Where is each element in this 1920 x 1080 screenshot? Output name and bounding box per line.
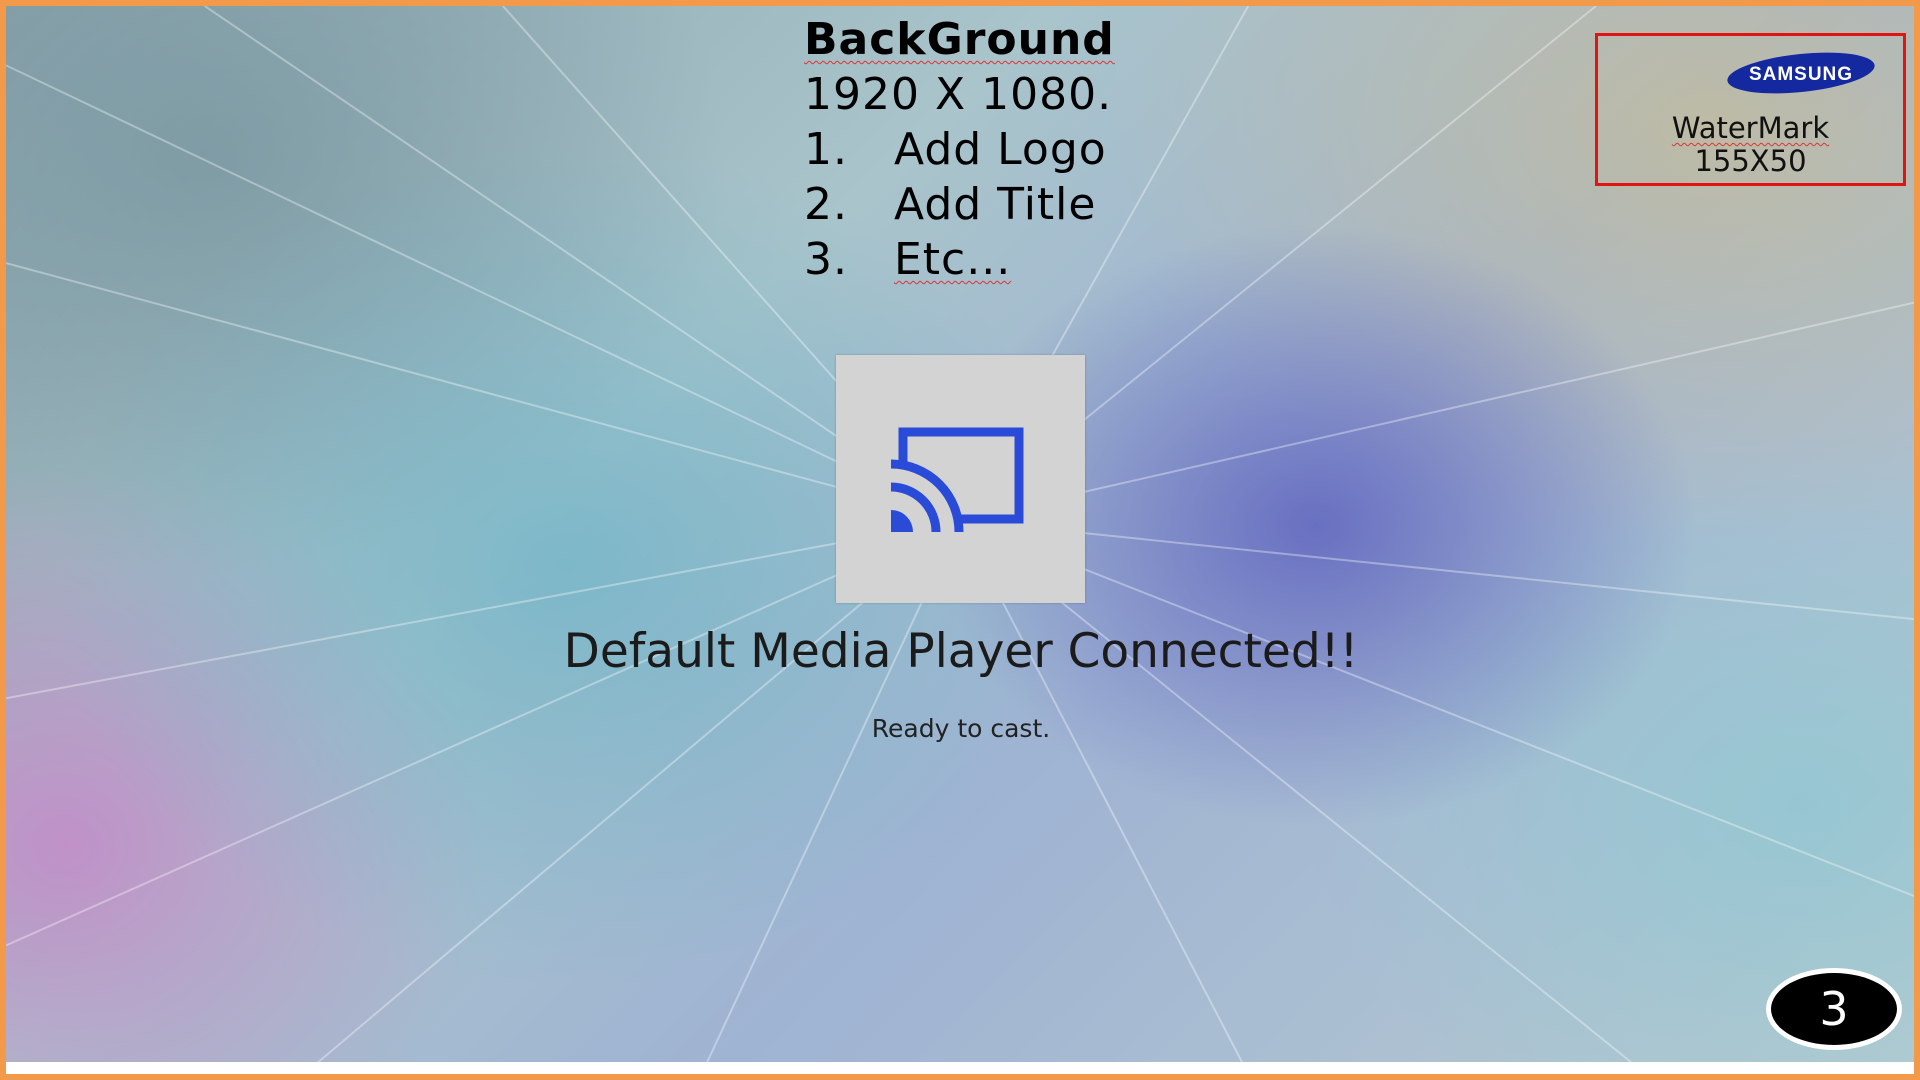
slide-frame: BackGround 1920 X 1080. 1. Add Logo 2. Add… (0, 0, 1920, 1080)
instruction-item: 3. Etc... (804, 232, 1115, 287)
instruction-number: 2. (804, 179, 848, 230)
instruction-text: Etc... (894, 234, 1012, 285)
watermark-placeholder: SAMSUNG WaterMark 155X50 (1595, 33, 1906, 186)
watermark-label: WaterMark (1671, 111, 1830, 145)
samsung-logo: SAMSUNG (1727, 52, 1875, 94)
connection-status-title: Default Media Player Connected!! (563, 624, 1359, 679)
instructions-size: 1920 X 1080. (804, 69, 1113, 120)
cast-icon (891, 427, 1024, 532)
page-number-badge: 3 (1766, 968, 1902, 1050)
bottom-strip (6, 1062, 1914, 1074)
cast-icon-tile (836, 355, 1085, 603)
instruction-item: 2. Add Title (804, 177, 1115, 232)
background-instructions: BackGround 1920 X 1080. 1. Add Logo 2. Add… (804, 12, 1115, 287)
instruction-number: 3. (804, 234, 848, 285)
instruction-item: 1. Add Logo (804, 122, 1115, 177)
instruction-text: Add Logo (894, 124, 1107, 175)
watermark-text: WaterMark 155X50 (1598, 112, 1903, 178)
instruction-number: 1. (804, 124, 848, 175)
instructions-title: BackGround (804, 14, 1115, 65)
connection-status-subtitle: Ready to cast. (871, 714, 1051, 743)
samsung-logo-text: SAMSUNG (1749, 64, 1853, 85)
instruction-text: Add Title (894, 179, 1097, 230)
watermark-size: 155X50 (1694, 144, 1807, 178)
